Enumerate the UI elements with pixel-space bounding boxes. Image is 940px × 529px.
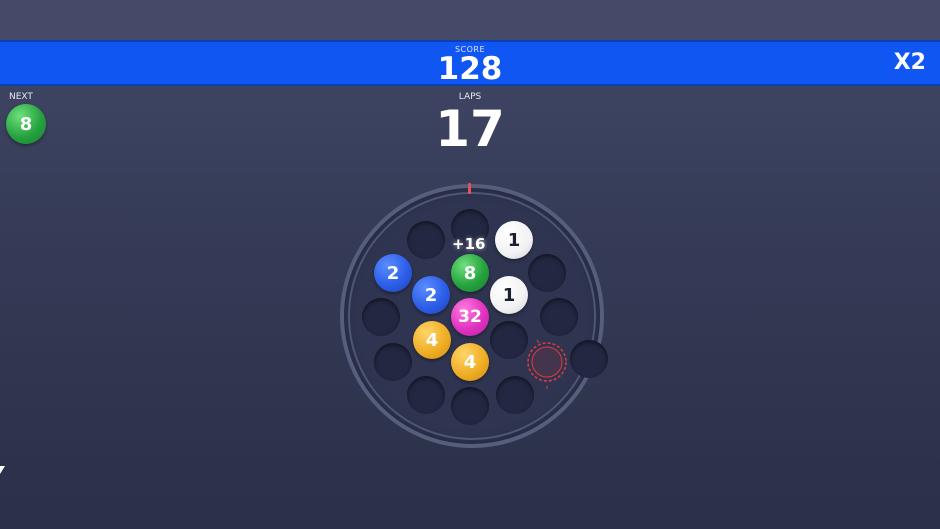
ball-4[interactable]: 4 [413,321,451,359]
empty-slot[interactable] [407,376,445,414]
empty-slot[interactable] [451,387,489,425]
score-popup: +16 [452,235,486,253]
ball-8[interactable]: 8 [451,254,489,292]
empty-slot[interactable] [374,343,412,381]
target-reticle-icon [527,339,567,389]
ball-2[interactable]: 2 [412,276,450,314]
ball-4[interactable]: 4 [451,343,489,381]
ball-1[interactable]: 1 [490,276,528,314]
ball-2[interactable]: 2 [374,254,412,292]
lap-marker [468,183,471,194]
mouse-cursor-icon [0,466,5,474]
empty-slot[interactable] [528,254,566,292]
empty-slot[interactable] [490,321,528,359]
score-value: 128 [437,51,503,87]
empty-slot[interactable] [570,340,608,378]
empty-slot[interactable] [407,221,445,259]
empty-slot[interactable] [540,298,578,336]
empty-slot[interactable] [362,298,400,336]
laps-value: 17 [435,100,505,158]
top-strip [0,0,940,40]
multiplier-badge: X2 [893,50,926,75]
score-bar: SCORE 128 X2 [0,40,940,87]
ball-1[interactable]: 1 [495,221,533,259]
ball-32[interactable]: 32 [451,298,489,336]
